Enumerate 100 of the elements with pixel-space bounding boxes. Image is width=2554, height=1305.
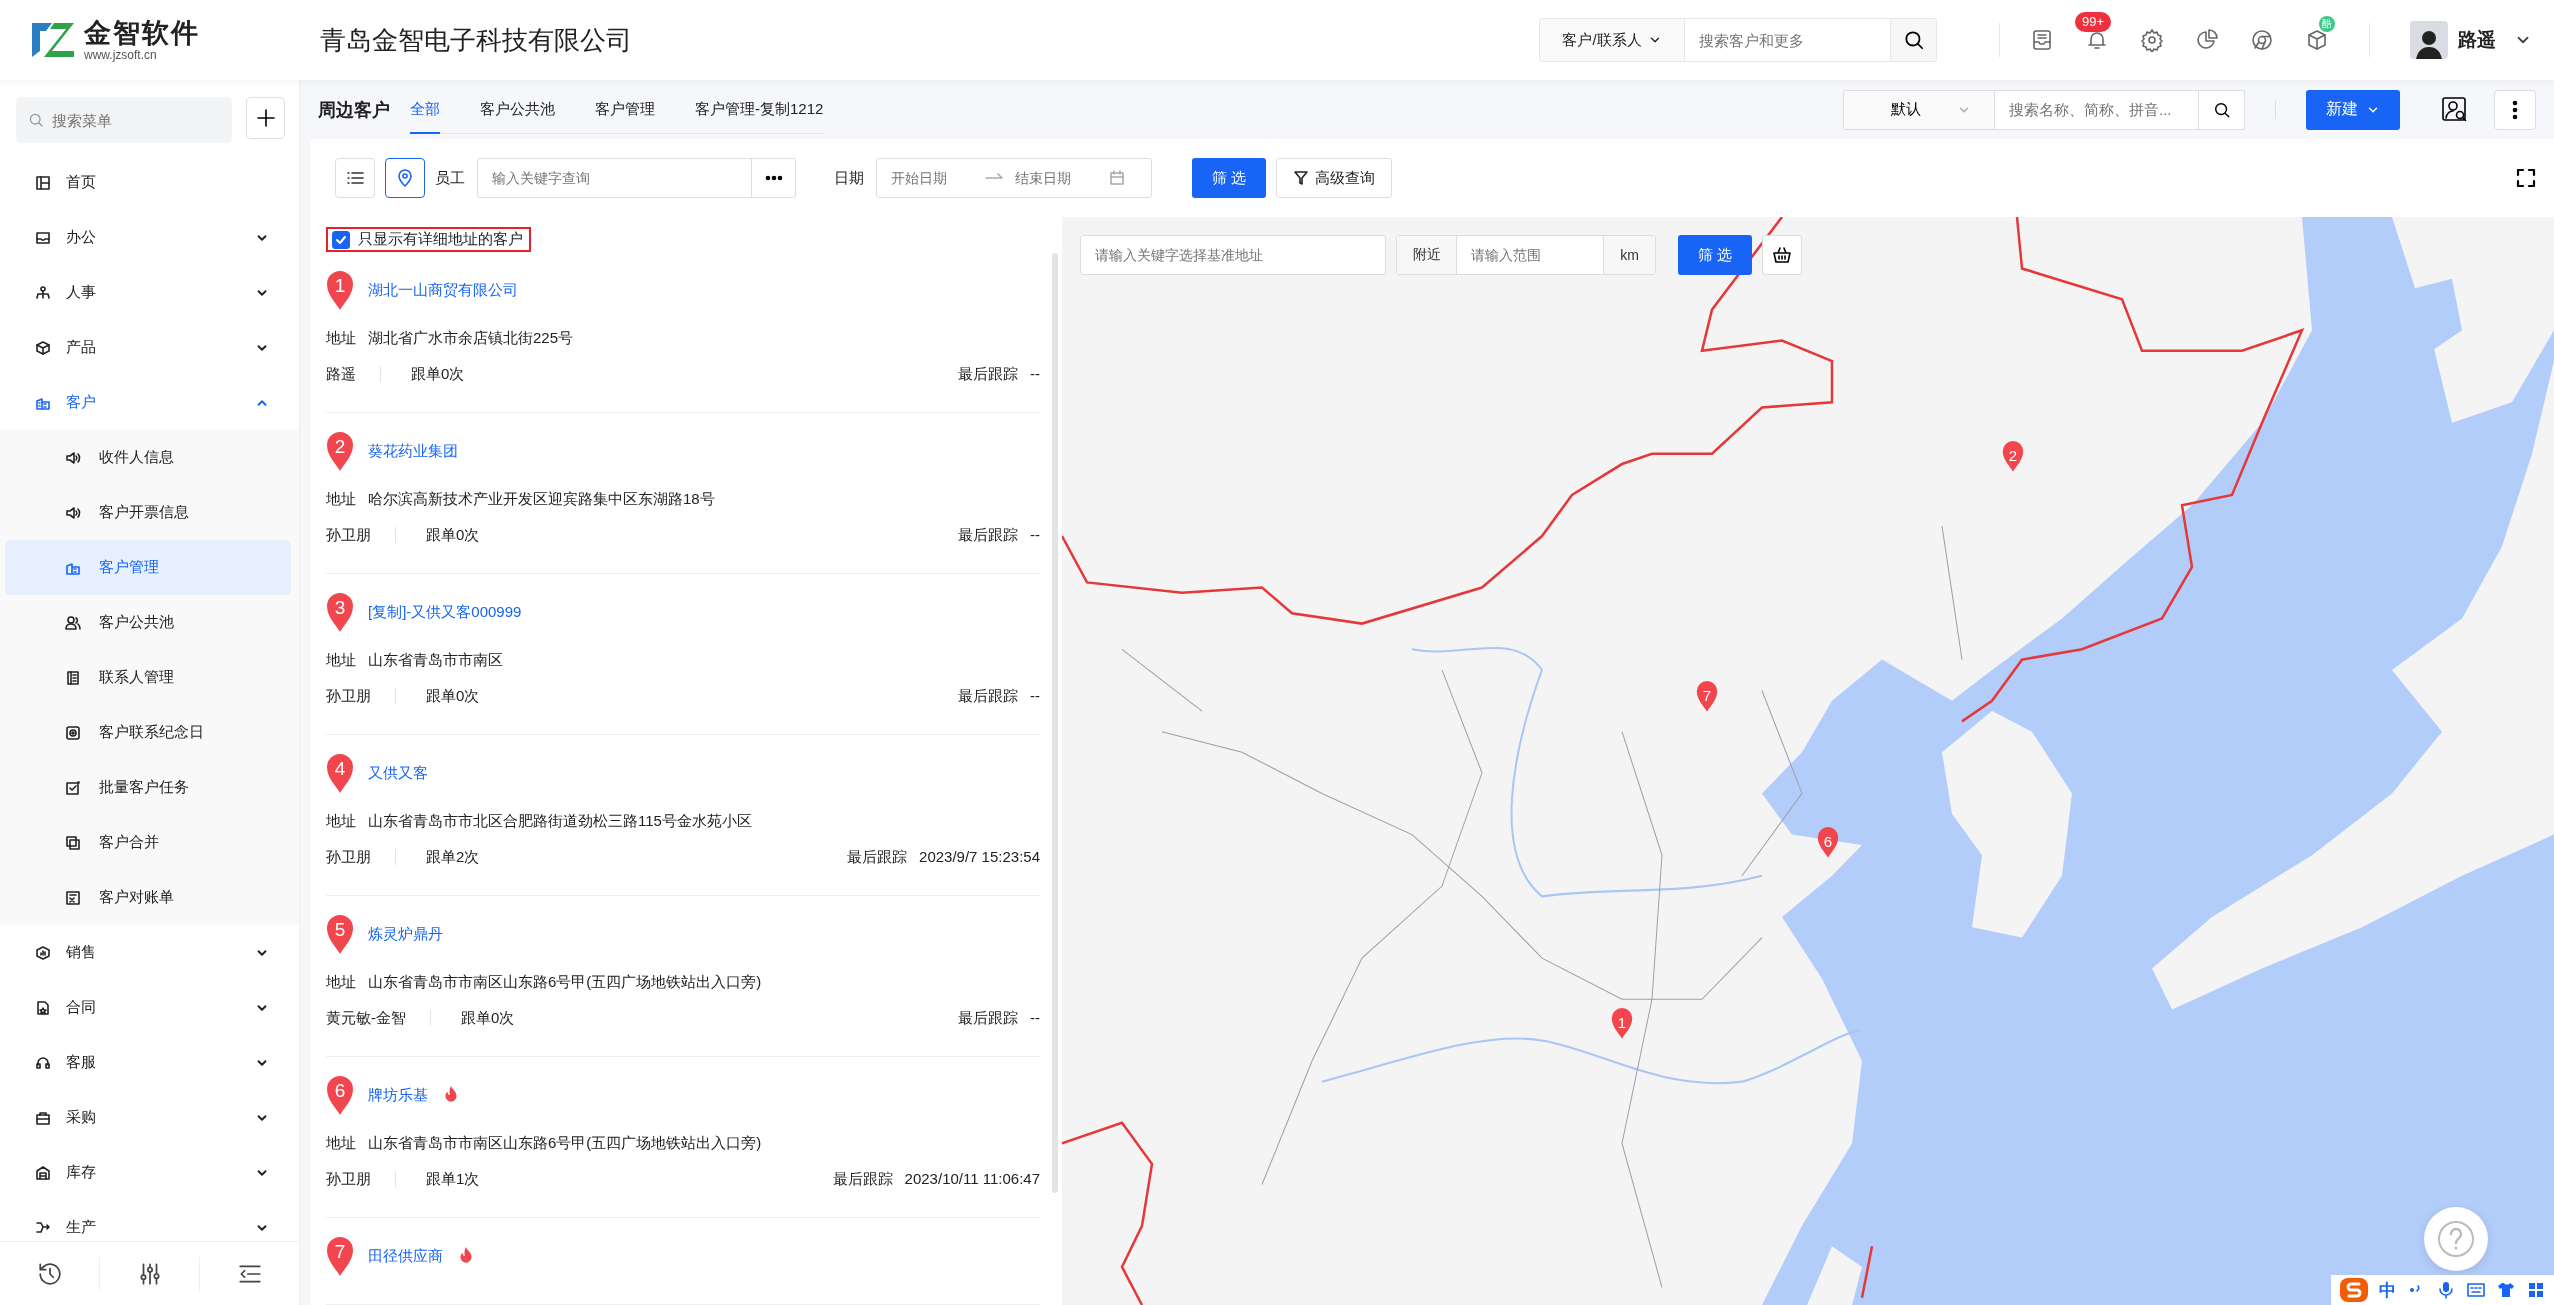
- sidebar-item[interactable]: 采购: [0, 1090, 299, 1145]
- new-button[interactable]: 新建: [2306, 89, 2400, 130]
- last-follow-value: --: [1030, 686, 1040, 706]
- address-label: 地址: [326, 811, 356, 831]
- numbered-pin: 3: [326, 592, 354, 632]
- sidebar-item[interactable]: 人事: [0, 265, 299, 320]
- search-icon: [28, 111, 44, 129]
- owner-name: 孙卫朋: [326, 1169, 371, 1189]
- owner-name: 孙卫朋: [326, 847, 371, 867]
- clear-button[interactable]: [1762, 235, 1802, 275]
- cube-button[interactable]: [2305, 28, 2329, 52]
- address-text: 山东省青岛市市北区合肥路街道劲松三路115号金水苑小区: [368, 811, 752, 831]
- tab[interactable]: 客户管理: [595, 86, 655, 134]
- filter-button[interactable]: 筛 选: [1678, 235, 1752, 275]
- more-button[interactable]: [2494, 89, 2536, 130]
- input-mode-label[interactable]: 中: [2379, 1278, 2396, 1302]
- scope-dropdown[interactable]: 客户/联系人: [1539, 18, 1685, 62]
- address-label: 地址: [326, 650, 356, 670]
- menu-search-field[interactable]: 搜索菜单: [16, 97, 232, 143]
- browser-button[interactable]: [2250, 28, 2274, 52]
- last-follow-value: --: [1030, 364, 1040, 384]
- sidebar-item[interactable]: 办公: [0, 210, 299, 265]
- submenu-item[interactable]: 客户合并: [5, 815, 291, 870]
- submenu-item[interactable]: 客户管理: [5, 540, 291, 595]
- employee-input[interactable]: 输入关键字查询: [477, 158, 752, 198]
- sidebar-item[interactable]: 客户: [0, 375, 299, 430]
- customer-name-link[interactable]: 葵花药业集团: [368, 441, 458, 461]
- fullscreen-button[interactable]: [2516, 168, 2536, 188]
- sidebar-item[interactable]: 合同: [0, 980, 299, 1035]
- address-book-icon: [65, 669, 81, 686]
- numbered-pin: 1: [326, 270, 354, 310]
- search-icon: [1902, 29, 1925, 51]
- more-options-button[interactable]: [752, 158, 796, 198]
- help-icon: [2436, 1219, 2476, 1259]
- search-button[interactable]: [1891, 18, 1937, 62]
- address-text: 山东省青岛市市南区山东路6号甲(五四广场地铁站出入口旁): [368, 1133, 762, 1153]
- menu-search-input[interactable]: 搜索菜单: [50, 110, 220, 130]
- submenu-item[interactable]: 收件人信息: [5, 430, 291, 485]
- submenu-item[interactable]: 客户开票信息: [5, 485, 291, 540]
- speaker-icon: [65, 504, 81, 521]
- last-follow-value: 2023/10/11 11:06:47: [904, 1169, 1040, 1189]
- customer-name-link[interactable]: 又供又客: [368, 763, 428, 783]
- address-text: 山东省青岛市市南区山东路6号甲(五四广场地铁站出入口旁): [368, 972, 762, 992]
- customer-name-link[interactable]: 牌坊乐基: [368, 1085, 428, 1105]
- address-label: 地址: [326, 972, 356, 992]
- user-name: 路遥: [2458, 28, 2496, 52]
- sidebar-item[interactable]: 产品: [0, 320, 299, 375]
- search-button[interactable]: [2199, 89, 2245, 130]
- view-dropdown[interactable]: 默认: [1843, 89, 1995, 130]
- submenu-item[interactable]: 联系人管理: [5, 650, 291, 705]
- range-field[interactable]: 附近 请输入范围 km: [1396, 235, 1656, 275]
- submenu-item[interactable]: 客户联系纪念日: [5, 705, 291, 760]
- address-label: 地址: [326, 328, 356, 348]
- submenu-item[interactable]: 批量客户任务: [5, 760, 291, 815]
- sidebar-item[interactable]: 库存: [0, 1145, 299, 1200]
- shirt-icon[interactable]: [2496, 1280, 2516, 1300]
- sidebar-item[interactable]: 客服: [0, 1035, 299, 1090]
- tab[interactable]: 全部: [410, 86, 440, 134]
- customer-name-link[interactable]: [复制]-又供又客000999: [368, 602, 522, 622]
- advanced-search-button[interactable]: 高级查询: [1276, 158, 1393, 198]
- date-range-field[interactable]: 开始日期 结束日期: [876, 158, 1152, 198]
- map-marker: 7: [1696, 680, 1718, 712]
- apps-icon[interactable]: [2526, 1280, 2546, 1300]
- address-text: 湖北省广水市余店镇北街225号: [368, 328, 574, 348]
- submenu-item[interactable]: 客户对账单: [5, 870, 291, 925]
- history-icon[interactable]: [36, 1260, 63, 1287]
- sidebar-item[interactable]: 首页: [0, 155, 299, 210]
- submenu-item[interactable]: 客户公共池: [5, 595, 291, 650]
- microphone-icon[interactable]: [2436, 1280, 2456, 1300]
- last-follow-label: 最后跟踪: [832, 1169, 893, 1189]
- inbox-button[interactable]: [2030, 28, 2054, 52]
- calendar-icon: [1109, 170, 1125, 186]
- filter-button[interactable]: 筛 选: [1192, 158, 1267, 198]
- numbered-pin: 7: [326, 1236, 354, 1276]
- view-toggle-button[interactable]: [385, 158, 425, 198]
- owner-name: 路遥: [326, 364, 356, 384]
- employee-label: 员工: [435, 168, 465, 188]
- address-search-input[interactable]: 请输入关键字选择基准地址: [1080, 235, 1386, 275]
- tab[interactable]: 客户管理-复制1212: [695, 86, 824, 134]
- customer-name-link[interactable]: 田径供应商: [368, 1246, 443, 1266]
- add-button[interactable]: [246, 97, 285, 139]
- search-input[interactable]: 搜索名称、简称、拼音...: [1995, 89, 2199, 130]
- owner-name: 孙卫朋: [326, 525, 371, 545]
- sidebar-item[interactable]: 生产: [0, 1200, 299, 1241]
- keyboard-icon[interactable]: [2466, 1280, 2486, 1300]
- org-chart-icon: [35, 284, 51, 301]
- customer-name-link[interactable]: 湖北一山商贸有限公司: [368, 280, 518, 300]
- pie-chart-button[interactable]: [2195, 28, 2219, 52]
- sidebar-item[interactable]: 销售: [0, 925, 299, 980]
- follow-count: 跟单0次: [426, 686, 480, 706]
- tab[interactable]: 客户公共池: [480, 86, 555, 134]
- map-pin-icon: [395, 168, 415, 188]
- map-marker: 6: [1817, 826, 1839, 858]
- settings-button[interactable]: [2140, 28, 2164, 52]
- last-follow-label: 最后跟踪: [958, 525, 1018, 545]
- customer-name-link[interactable]: 炼灵炉鼎丹: [368, 924, 443, 944]
- numbered-pin: 6: [326, 1075, 354, 1115]
- logo-icon: [30, 21, 76, 59]
- address-filter-checkbox[interactable]: 只显示有详细地址的客户: [326, 227, 531, 252]
- search-input[interactable]: 搜索客户和更多: [1685, 18, 1891, 62]
